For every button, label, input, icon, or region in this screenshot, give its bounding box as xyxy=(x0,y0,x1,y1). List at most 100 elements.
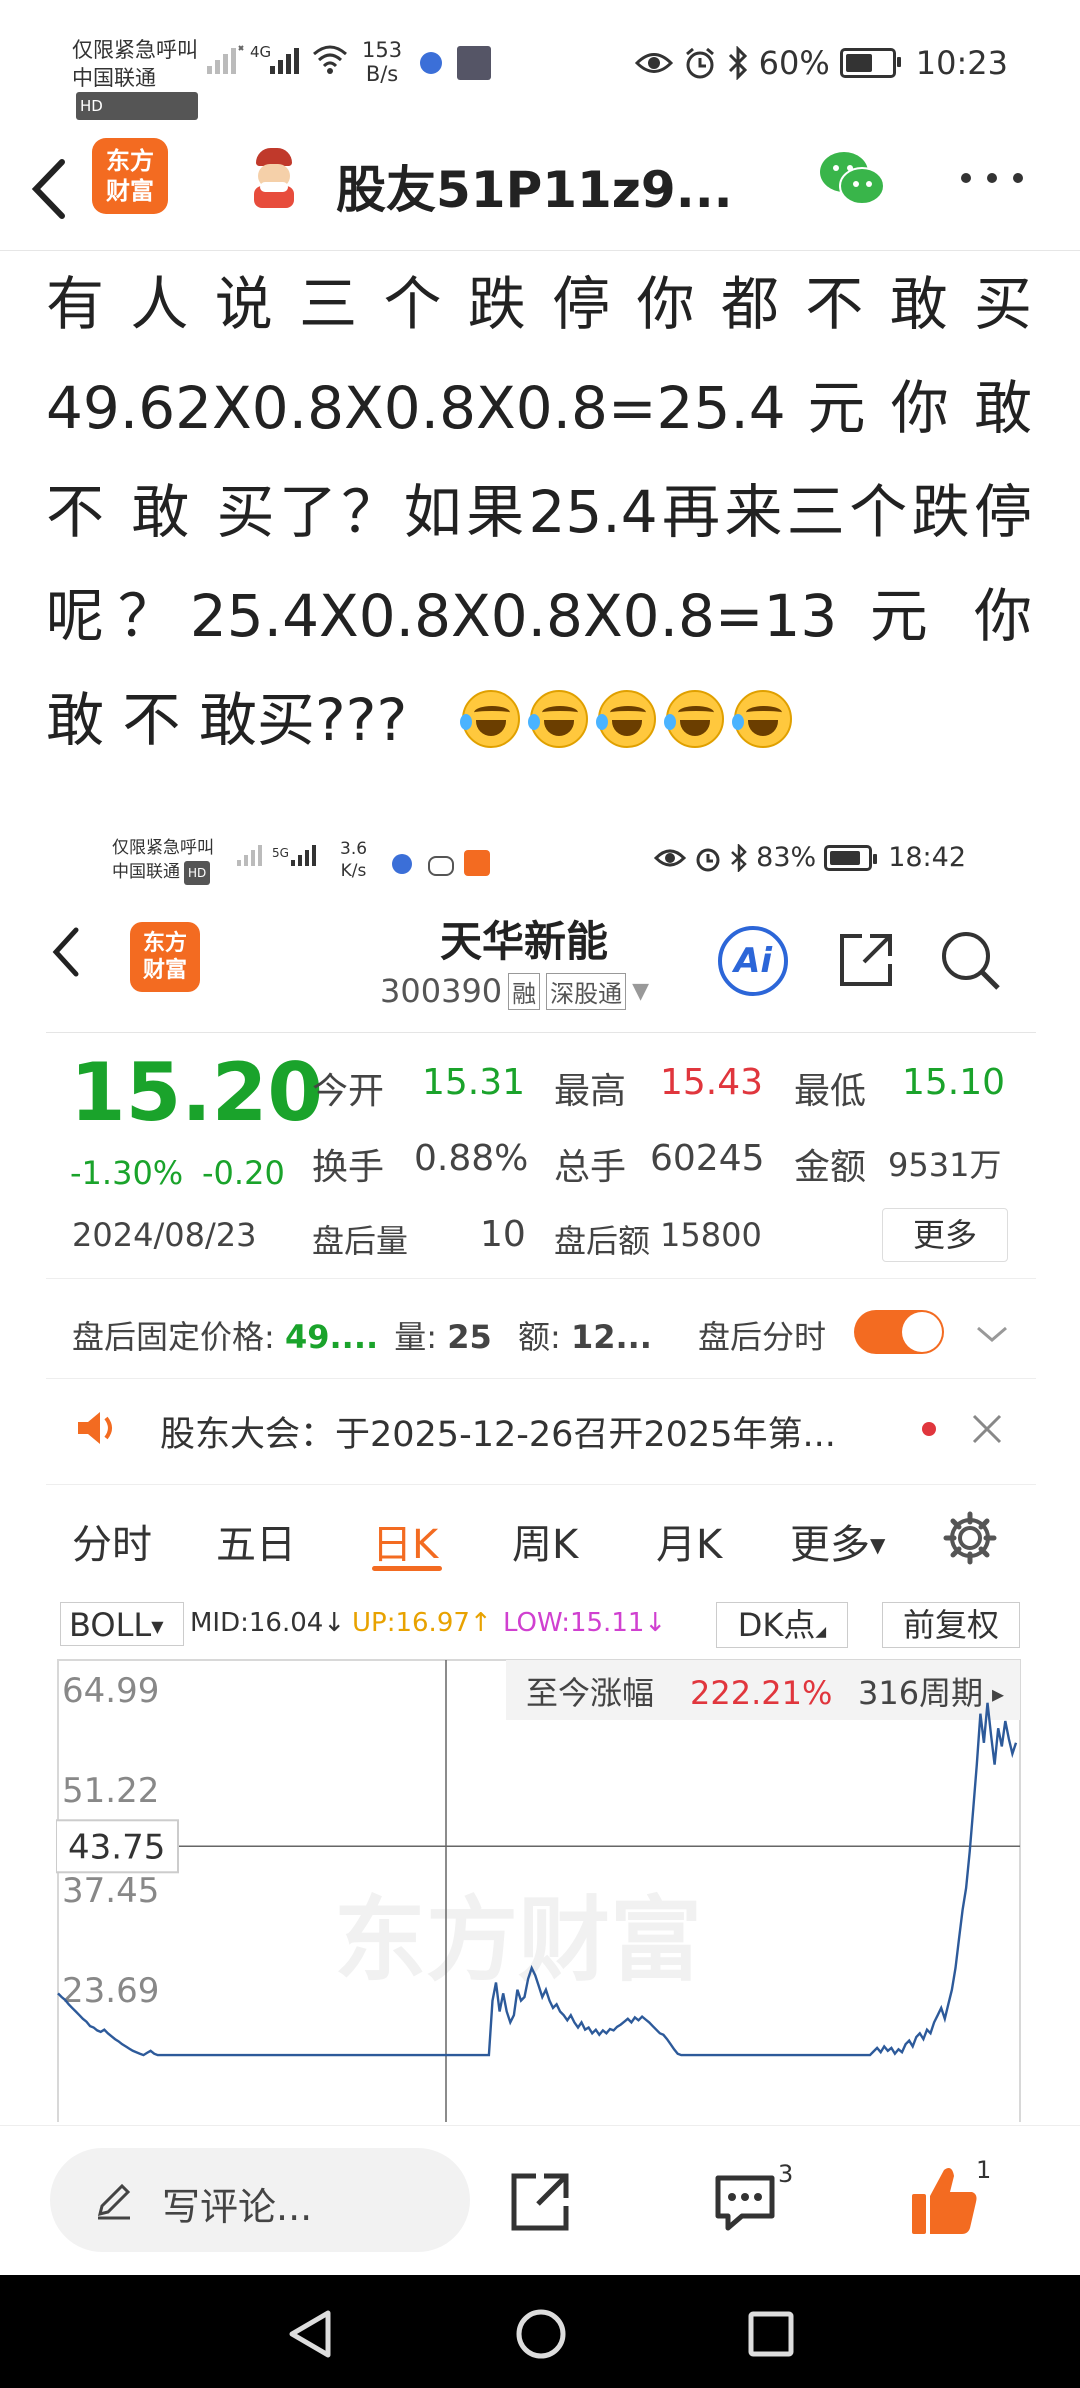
indicator-selector[interactable]: BOLL▼ xyxy=(60,1602,184,1646)
y-tick-label-0: 64.99 xyxy=(62,1671,159,1711)
net-speed-unit: B/s xyxy=(365,62,399,86)
change-percent: -1.30% xyxy=(70,1154,184,1192)
post-header: 东方 财富 股友51P11z9... xyxy=(0,130,1080,251)
more-quote-button[interactable]: 更多 xyxy=(882,1208,1008,1262)
tab-more-label: 更多 xyxy=(790,1522,870,1568)
quote-date: 2024/08/23 xyxy=(72,1216,257,1254)
close-notice-icon[interactable] xyxy=(970,1412,1004,1446)
fixed-amount-value: 12... xyxy=(570,1318,652,1356)
carrier-line2: 中国联通 xyxy=(72,66,156,90)
wechat-share-icon[interactable] xyxy=(816,148,888,208)
low-label: 最低 xyxy=(794,1071,867,1112)
image-battery-percent: 83% xyxy=(756,842,817,873)
battery-percent: 60% xyxy=(758,44,830,82)
open-value: 15.31 xyxy=(422,1062,526,1103)
price-adjust-button[interactable]: 前复权 xyxy=(882,1602,1020,1648)
turnover-value: 0.88% xyxy=(414,1138,529,1179)
tears-of-joy-emoji-icon xyxy=(663,690,724,748)
kline-chart[interactable]: 东方财富 64.99 51.22 37.45 23.69 43.75 至今涨幅 222.21%… xyxy=(55,1652,1022,2131)
fixed-qty-value: 25 xyxy=(447,1318,492,1356)
share-post-icon[interactable] xyxy=(508,2170,572,2234)
image-eastmoney-icon xyxy=(464,850,490,876)
chart-settings-gear-icon[interactable] xyxy=(942,1510,998,1566)
tab-intraday[interactable]: 分时 xyxy=(72,1512,152,1570)
image-battery-icon xyxy=(824,844,878,871)
comment-icon[interactable] xyxy=(712,2172,778,2234)
eastmoney-logo[interactable]: 东方 财富 xyxy=(92,138,168,214)
shareholder-meeting-notice[interactable]: 股东大会：于2025-12-26召开2025年第... xyxy=(160,1406,836,1457)
gain-banner-arrow-icon: ▸ xyxy=(992,1680,1004,1708)
tears-of-joy-emoji-icon xyxy=(459,690,520,748)
gain-banner-period: 316周期 xyxy=(858,1674,983,1712)
pencil-icon xyxy=(97,2183,131,2220)
comment-input[interactable]: 写评论... xyxy=(50,2148,470,2252)
indicator-caret-icon: ▼ xyxy=(151,1617,164,1636)
bluetooth-icon xyxy=(728,46,747,80)
price-line-series xyxy=(57,1702,1018,2057)
tab-five-day[interactable]: 五日 xyxy=(216,1512,296,1570)
fixed-price-label: 盘后固定价格: xyxy=(72,1318,275,1356)
fixed-amount-label: 额: xyxy=(517,1318,561,1356)
tags-dropdown-icon[interactable]: ▼ xyxy=(632,979,649,1004)
fixed-price-value: 49.... xyxy=(284,1318,379,1356)
alarm-icon xyxy=(685,47,714,79)
high-label: 最高 xyxy=(554,1071,627,1112)
tab-monthly-k[interactable]: 月K xyxy=(656,1512,722,1570)
thumbnail-notification-icon xyxy=(457,46,491,80)
more-menu-icon[interactable] xyxy=(958,170,1026,186)
search-icon[interactable] xyxy=(938,928,1004,994)
dk-corner-icon: ◢ xyxy=(815,1624,827,1640)
image-carrier-line2: 中国联通 xyxy=(112,862,180,882)
logo-text-2: 财富 xyxy=(106,177,154,205)
tab-daily-k[interactable]: 日K xyxy=(372,1512,438,1570)
image-carrier-line1: 仅限紧急呼叫 xyxy=(112,838,214,858)
tab-more[interactable]: 更多▼ xyxy=(790,1512,885,1570)
change-amount: -0.20 xyxy=(202,1154,285,1192)
y-tick-label-3: 23.69 xyxy=(62,1971,159,2011)
boll-low-value: LOW:15.11 xyxy=(503,1608,645,1638)
image-status-bar: 仅限紧急呼叫 中国联通 HD 5G 3.6 K/s 83% 18:42 xyxy=(46,820,1036,900)
kline-chart-svg[interactable]: 东方财富 64.99 51.22 37.45 23.69 43.75 至今涨幅 222.21%… xyxy=(55,1652,1022,2131)
open-label: 今开 xyxy=(312,1071,385,1112)
nav-recents-icon[interactable] xyxy=(746,2309,796,2359)
clock: 10:23 xyxy=(915,44,1008,82)
y-tick-label-1: 51.22 xyxy=(62,1771,159,1811)
back-arrow-icon[interactable] xyxy=(26,144,70,234)
stock-back-arrow-icon[interactable] xyxy=(46,912,86,992)
volume-label: 总手 xyxy=(554,1147,627,1188)
nav-home-icon[interactable] xyxy=(514,2307,568,2361)
margin-tag: 融 xyxy=(508,972,541,1010)
share-icon[interactable] xyxy=(834,928,898,992)
image-alarm-icon xyxy=(696,848,720,871)
stock-eastmoney-logo[interactable]: 东方 财富 xyxy=(130,922,200,992)
username[interactable]: 股友51P11z9... xyxy=(336,150,733,222)
boll-up-value: UP:16.97 xyxy=(352,1608,470,1638)
image-hd-badge: HD xyxy=(184,861,211,885)
status-bar: 仅限紧急呼叫 中国联通 HD 4G 153 B/s 60% 10:23 xyxy=(0,0,1080,130)
amount-label: 金额 xyxy=(794,1147,867,1188)
turnover-label: 换手 xyxy=(312,1147,385,1188)
net-speed-value: 153 xyxy=(362,38,403,62)
ai-assistant-button[interactable]: Ai xyxy=(718,926,788,996)
up-arrow-icon: ↑ xyxy=(469,1608,492,1638)
signal-icon xyxy=(207,45,244,74)
image-net-type: 5G xyxy=(272,846,289,860)
down-arrow-icon: ↓ xyxy=(323,1608,346,1638)
stock-logo-text-2: 财富 xyxy=(142,958,187,983)
amount-value: 9531万 xyxy=(888,1146,1002,1184)
after-hours-timeline-toggle[interactable] xyxy=(854,1310,944,1354)
like-thumbs-up-icon[interactable] xyxy=(908,2162,980,2238)
battery-icon xyxy=(839,48,901,78)
dk-point-button[interactable]: DK点◢ xyxy=(716,1602,848,1648)
carrier-info: 仅限紧急呼叫 中国联通 HD xyxy=(72,36,198,120)
gain-banner-value: 222.21% xyxy=(690,1674,832,1712)
expand-chevron-icon[interactable] xyxy=(974,1324,1010,1344)
active-tab-indicator xyxy=(372,1566,442,1571)
crosshair-value-label: 43.75 xyxy=(68,1827,165,1867)
bottom-action-bar: 写评论... 3 1 xyxy=(0,2125,1080,2274)
user-avatar[interactable] xyxy=(244,146,304,210)
after-hours-volume: 10 xyxy=(480,1214,526,1255)
post-body: 有人说三个跌停你都不敢买49.62X0.8X0.8X0.8=25.4 元 你 敢… xyxy=(46,252,1032,772)
tab-weekly-k[interactable]: 周K xyxy=(512,1512,578,1570)
nav-back-icon[interactable] xyxy=(284,2307,334,2361)
